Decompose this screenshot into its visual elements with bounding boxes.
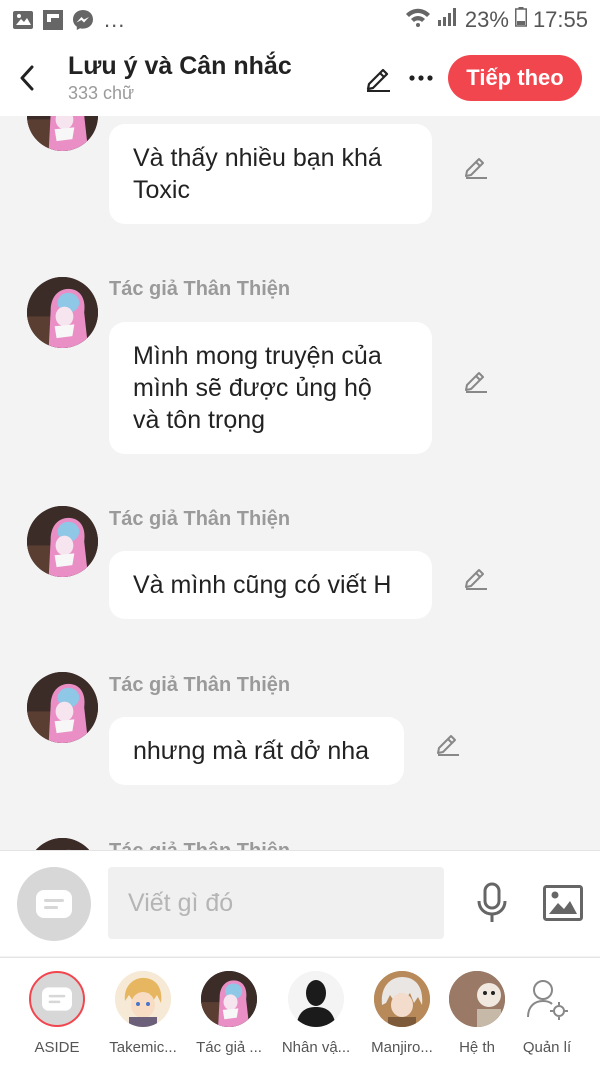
pencil-icon (437, 735, 459, 756)
author-name: Tác giả Thân Thiện (109, 278, 291, 300)
status-bar: ... 23% 17:55 (0, 0, 600, 40)
character-label: Quản lí (522, 1039, 572, 1056)
messenger-notification-icon (72, 9, 94, 31)
chat-area[interactable]: Và thấy nhiều bạn khá Toxic Tác giả Thân… (0, 116, 600, 850)
more-notifications: ... (104, 7, 126, 32)
microphone-icon (477, 882, 507, 922)
character-takemichi[interactable]: Takemic... (100, 958, 186, 1067)
author-avatar[interactable] (27, 506, 98, 577)
pencil-icon (465, 372, 487, 393)
message-line: Và mình cũng có viết H (133, 571, 392, 599)
message-bubble[interactable]: Và mình cũng có viết H (109, 551, 432, 619)
clock: 17:55 (532, 7, 588, 32)
manage-characters-button[interactable]: Quản lí (504, 958, 590, 1067)
message-line: mình sẽ được ủng hộ (133, 374, 372, 402)
wifi-icon (405, 7, 431, 33)
author-name: Tác giả Thân Thiện (109, 674, 291, 696)
aside-icon (29, 971, 85, 1027)
flipboard-notification-icon (42, 9, 64, 31)
message-input[interactable] (108, 867, 444, 939)
message-line: Mình mong truyện của (133, 342, 382, 370)
edit-message-button[interactable] (461, 365, 491, 395)
chapter-header: Lưu ý và Cân nhắc 333 chữ Tiếp theo (0, 40, 600, 116)
character-label: Takemic... (109, 1039, 177, 1056)
manage-user-gear-icon (519, 971, 575, 1027)
character-author[interactable]: Tác giả ... (186, 958, 272, 1067)
message-bubble[interactable]: nhưng mà rất dở nha (109, 717, 404, 785)
author-avatar[interactable] (27, 672, 98, 743)
pencil-icon (366, 68, 390, 92)
author-avatar[interactable] (27, 116, 98, 151)
avatar-silhouette (288, 971, 344, 1027)
pencil-icon (465, 158, 487, 179)
battery-percent: 23% (464, 7, 509, 32)
edit-message-button[interactable] (433, 728, 463, 758)
message-line: và tôn trọng (133, 406, 266, 434)
gallery-notification-icon (12, 9, 34, 31)
message-bubble[interactable]: Mình mong truyện của mình sẽ được ủng hộ… (109, 322, 432, 454)
battery-icon (514, 7, 527, 33)
more-options-button[interactable] (404, 58, 438, 98)
aside-toggle-button[interactable] (17, 867, 91, 941)
character-nhan-vat[interactable]: Nhân vậ... (273, 958, 359, 1067)
more-horizontal-icon (409, 75, 433, 81)
word-count: 333 chữ (68, 83, 135, 103)
notification-icons: ... (12, 7, 125, 33)
edit-title-button[interactable] (358, 58, 398, 98)
back-button[interactable] (0, 40, 54, 116)
author-avatar[interactable] (27, 277, 98, 348)
message-bubble[interactable]: Và thấy nhiều bạn khá Toxic (109, 124, 432, 224)
character-bar: ASIDE Takemic... Tác giả ... Nhân vậ... … (0, 957, 600, 1067)
author-avatar[interactable] (27, 838, 98, 850)
character-label: Tác giả ... (196, 1039, 262, 1056)
image-icon (543, 885, 583, 921)
character-label: Nhân vậ... (281, 1039, 351, 1056)
author-name: Tác giả Thân Thiện (109, 508, 291, 530)
message-line: nhưng mà rất dở nha (133, 737, 370, 765)
character-manjiro[interactable]: Manjiro... (359, 958, 445, 1067)
chat-bubble-icon (36, 890, 72, 918)
message-line: Toxic (133, 176, 190, 204)
avatar-author (201, 971, 257, 1027)
microphone-button[interactable] (470, 881, 514, 925)
character-label: Manjiro... (371, 1039, 433, 1056)
character-label: ASIDE (34, 1039, 80, 1056)
edit-message-button[interactable] (461, 151, 491, 181)
avatar-blonde (115, 971, 171, 1027)
character-aside[interactable]: ASIDE (14, 958, 100, 1067)
avatar-system (449, 971, 505, 1027)
composer (0, 850, 600, 956)
next-button[interactable]: Tiếp theo (448, 55, 582, 101)
message-line: Và thấy nhiều bạn khá (133, 144, 382, 172)
insert-image-button[interactable] (540, 881, 586, 925)
chevron-left-icon (20, 65, 34, 91)
signal-icon (437, 7, 459, 33)
author-name: Tác giả Thân Thiện (109, 840, 290, 850)
edit-message-button[interactable] (461, 562, 491, 592)
avatar-white-hair (374, 971, 430, 1027)
chapter-title: Lưu ý và Cân nhắc (68, 52, 292, 80)
pencil-icon (465, 569, 487, 590)
